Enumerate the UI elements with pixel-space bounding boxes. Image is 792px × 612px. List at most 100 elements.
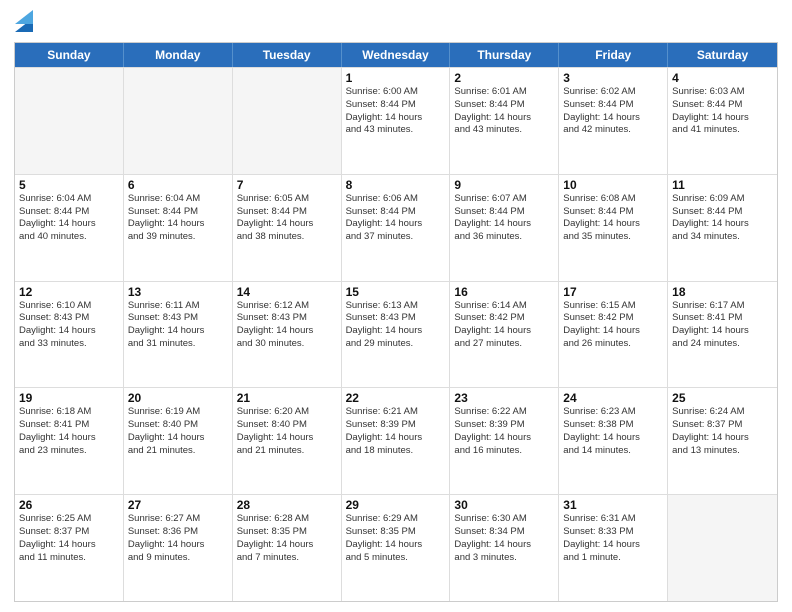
cell-info-line: Sunrise: 6:30 AM — [454, 513, 554, 526]
cell-info-line: Sunset: 8:44 PM — [672, 99, 773, 112]
cell-info-line: Sunset: 8:43 PM — [19, 312, 119, 325]
day-number: 4 — [672, 71, 773, 85]
cell-info-line: Sunrise: 6:12 AM — [237, 300, 337, 313]
cell-info-line: Sunrise: 6:31 AM — [563, 513, 663, 526]
cell-info-line: Sunrise: 6:22 AM — [454, 406, 554, 419]
day-number: 5 — [19, 178, 119, 192]
cell-info-line: Sunset: 8:39 PM — [454, 419, 554, 432]
day-number: 6 — [128, 178, 228, 192]
calendar-row-2: 12Sunrise: 6:10 AMSunset: 8:43 PMDayligh… — [15, 281, 777, 388]
cell-info-line: Daylight: 14 hours — [672, 112, 773, 125]
header-day-saturday: Saturday — [668, 43, 777, 67]
day-number: 20 — [128, 391, 228, 405]
calendar-cell: 5Sunrise: 6:04 AMSunset: 8:44 PMDaylight… — [15, 175, 124, 281]
cell-info-line: Sunset: 8:42 PM — [454, 312, 554, 325]
day-number: 17 — [563, 285, 663, 299]
cell-info-line: Daylight: 14 hours — [237, 432, 337, 445]
cell-info-line: Daylight: 14 hours — [346, 539, 446, 552]
calendar-cell: 12Sunrise: 6:10 AMSunset: 8:43 PMDayligh… — [15, 282, 124, 388]
day-number: 11 — [672, 178, 773, 192]
cell-info-line: and 38 minutes. — [237, 231, 337, 244]
cell-info-line: and 37 minutes. — [346, 231, 446, 244]
day-number: 27 — [128, 498, 228, 512]
header-day-monday: Monday — [124, 43, 233, 67]
cell-info-line: and 13 minutes. — [672, 445, 773, 458]
day-number: 28 — [237, 498, 337, 512]
cell-info-line: and 7 minutes. — [237, 552, 337, 565]
calendar-cell: 18Sunrise: 6:17 AMSunset: 8:41 PMDayligh… — [668, 282, 777, 388]
cell-info-line: and 29 minutes. — [346, 338, 446, 351]
cell-info-line: Sunrise: 6:05 AM — [237, 193, 337, 206]
cell-info-line: Sunrise: 6:20 AM — [237, 406, 337, 419]
cell-info-line: Daylight: 14 hours — [672, 218, 773, 231]
cell-info-line: Sunset: 8:42 PM — [563, 312, 663, 325]
calendar-cell: 30Sunrise: 6:30 AMSunset: 8:34 PMDayligh… — [450, 495, 559, 601]
calendar-cell: 21Sunrise: 6:20 AMSunset: 8:40 PMDayligh… — [233, 388, 342, 494]
calendar-cell: 31Sunrise: 6:31 AMSunset: 8:33 PMDayligh… — [559, 495, 668, 601]
day-number: 1 — [346, 71, 446, 85]
cell-info-line: Daylight: 14 hours — [19, 218, 119, 231]
day-number: 25 — [672, 391, 773, 405]
calendar-cell: 6Sunrise: 6:04 AMSunset: 8:44 PMDaylight… — [124, 175, 233, 281]
cell-info-line: Daylight: 14 hours — [237, 218, 337, 231]
day-number: 9 — [454, 178, 554, 192]
calendar-cell: 15Sunrise: 6:13 AMSunset: 8:43 PMDayligh… — [342, 282, 451, 388]
cell-info-line: Daylight: 14 hours — [128, 432, 228, 445]
cell-info-line: and 42 minutes. — [563, 124, 663, 137]
calendar-cell: 20Sunrise: 6:19 AMSunset: 8:40 PMDayligh… — [124, 388, 233, 494]
cell-info-line: and 39 minutes. — [128, 231, 228, 244]
cell-info-line: Daylight: 14 hours — [346, 112, 446, 125]
cell-info-line: and 16 minutes. — [454, 445, 554, 458]
cell-info-line: Sunrise: 6:00 AM — [346, 86, 446, 99]
cell-info-line: and 26 minutes. — [563, 338, 663, 351]
header-day-friday: Friday — [559, 43, 668, 67]
cell-info-line: Daylight: 14 hours — [454, 218, 554, 231]
cell-info-line: Daylight: 14 hours — [346, 325, 446, 338]
cell-info-line: and 21 minutes. — [237, 445, 337, 458]
calendar-cell: 2Sunrise: 6:01 AMSunset: 8:44 PMDaylight… — [450, 68, 559, 174]
page: SundayMondayTuesdayWednesdayThursdayFrid… — [0, 0, 792, 612]
cell-info-line: Sunset: 8:44 PM — [563, 206, 663, 219]
day-number: 7 — [237, 178, 337, 192]
day-number: 22 — [346, 391, 446, 405]
day-number: 26 — [19, 498, 119, 512]
cell-info-line: Daylight: 14 hours — [563, 325, 663, 338]
cell-info-line: Sunrise: 6:28 AM — [237, 513, 337, 526]
calendar: SundayMondayTuesdayWednesdayThursdayFrid… — [14, 42, 778, 602]
cell-info-line: Sunset: 8:36 PM — [128, 526, 228, 539]
calendar-body: 1Sunrise: 6:00 AMSunset: 8:44 PMDaylight… — [15, 67, 777, 601]
calendar-cell — [124, 68, 233, 174]
cell-info-line: Sunset: 8:44 PM — [454, 206, 554, 219]
cell-info-line: Daylight: 14 hours — [563, 432, 663, 445]
day-number: 14 — [237, 285, 337, 299]
logo-icon — [15, 10, 33, 32]
cell-info-line: Sunset: 8:44 PM — [237, 206, 337, 219]
day-number: 19 — [19, 391, 119, 405]
calendar-cell: 29Sunrise: 6:29 AMSunset: 8:35 PMDayligh… — [342, 495, 451, 601]
header-day-tuesday: Tuesday — [233, 43, 342, 67]
calendar-cell: 16Sunrise: 6:14 AMSunset: 8:42 PMDayligh… — [450, 282, 559, 388]
cell-info-line: Sunset: 8:33 PM — [563, 526, 663, 539]
calendar-row-0: 1Sunrise: 6:00 AMSunset: 8:44 PMDaylight… — [15, 67, 777, 174]
calendar-cell: 9Sunrise: 6:07 AMSunset: 8:44 PMDaylight… — [450, 175, 559, 281]
cell-info-line: Sunset: 8:39 PM — [346, 419, 446, 432]
header-day-wednesday: Wednesday — [342, 43, 451, 67]
cell-info-line: Sunrise: 6:17 AM — [672, 300, 773, 313]
cell-info-line: Sunset: 8:44 PM — [454, 99, 554, 112]
cell-info-line: and 21 minutes. — [128, 445, 228, 458]
cell-info-line: and 30 minutes. — [237, 338, 337, 351]
cell-info-line: Sunrise: 6:24 AM — [672, 406, 773, 419]
day-number: 31 — [563, 498, 663, 512]
cell-info-line: and 14 minutes. — [563, 445, 663, 458]
cell-info-line: Sunrise: 6:09 AM — [672, 193, 773, 206]
cell-info-line: Sunset: 8:37 PM — [19, 526, 119, 539]
cell-info-line: Daylight: 14 hours — [454, 112, 554, 125]
cell-info-line: and 23 minutes. — [19, 445, 119, 458]
calendar-cell: 22Sunrise: 6:21 AMSunset: 8:39 PMDayligh… — [342, 388, 451, 494]
cell-info-line: Sunrise: 6:01 AM — [454, 86, 554, 99]
calendar-cell: 14Sunrise: 6:12 AMSunset: 8:43 PMDayligh… — [233, 282, 342, 388]
cell-info-line: Sunrise: 6:04 AM — [19, 193, 119, 206]
calendar-cell: 8Sunrise: 6:06 AMSunset: 8:44 PMDaylight… — [342, 175, 451, 281]
cell-info-line: and 40 minutes. — [19, 231, 119, 244]
cell-info-line: and 18 minutes. — [346, 445, 446, 458]
